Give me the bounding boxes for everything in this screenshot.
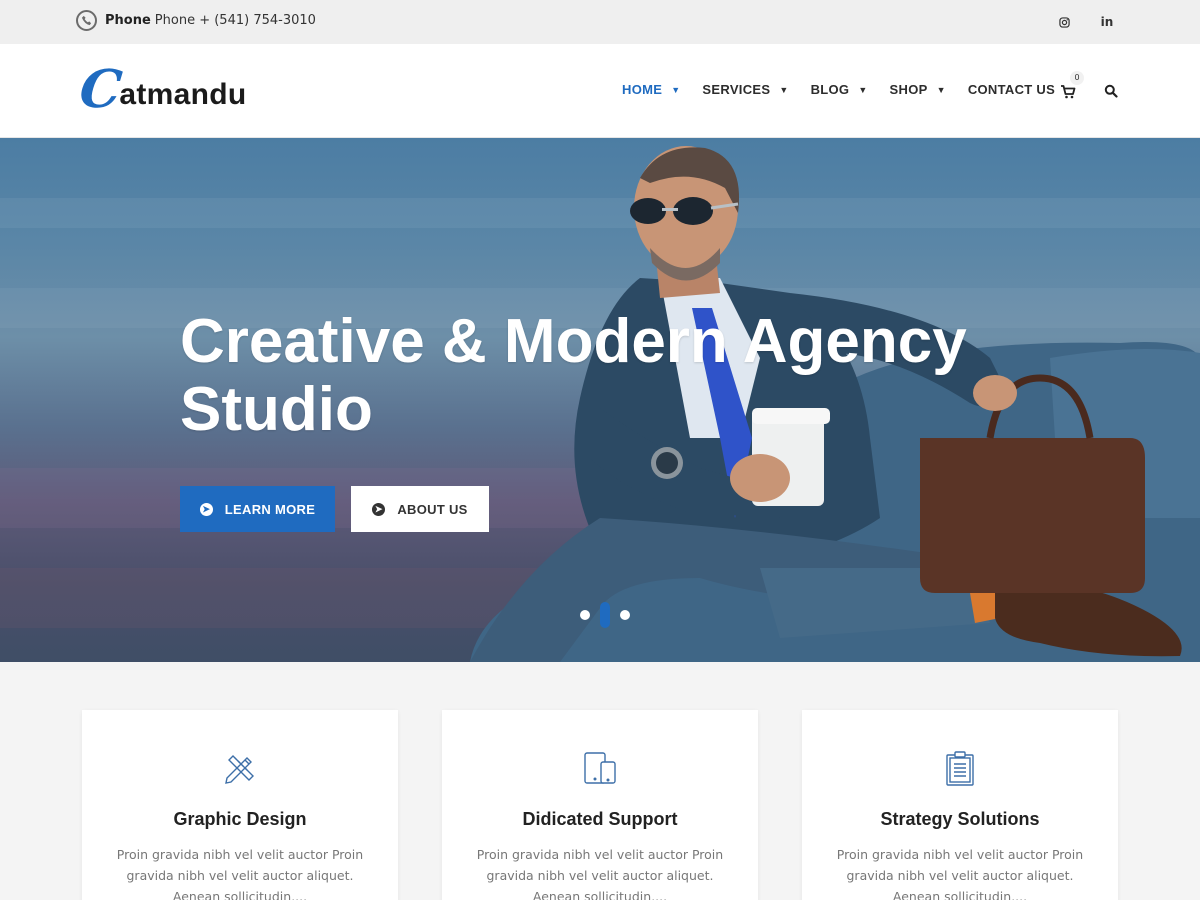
- nav-blog[interactable]: BLOG ▼: [811, 82, 868, 97]
- cart-icon[interactable]: [1060, 84, 1076, 100]
- nav-contact[interactable]: CONTACT US: [968, 82, 1055, 97]
- hero-slider: Creative & Modern Agency Studio ➤ LEARN …: [0, 138, 1200, 662]
- nav-shop[interactable]: SHOP ▼: [890, 82, 946, 97]
- logo-text: atmandu: [119, 78, 247, 111]
- chevron-down-icon: ▼: [671, 84, 681, 95]
- logo-initial: C: [76, 59, 125, 120]
- nav-services-label: SERVICES: [702, 82, 771, 97]
- slide-dot-3[interactable]: [620, 610, 630, 620]
- main-nav: HOME ▼ SERVICES ▼ BLOG ▼ SHOP ▼ CONTACT …: [622, 82, 1077, 97]
- learn-more-button[interactable]: ➤ LEARN MORE: [180, 486, 335, 532]
- devices-icon: [584, 752, 616, 784]
- slide-dot-1[interactable]: [580, 610, 590, 620]
- arrow-right-icon: ➤: [199, 502, 213, 516]
- feature-card-graphic-design: Graphic Design Proin gravida nibh vel ve…: [82, 710, 398, 900]
- phone-contact[interactable]: Phone Phone + (541) 754-3010: [76, 10, 316, 31]
- clipboard-icon: [946, 751, 974, 786]
- slide-dot-2[interactable]: [600, 602, 610, 628]
- nav-contact-label: CONTACT US: [967, 82, 1056, 97]
- about-us-label: ABOUT US: [397, 501, 468, 517]
- about-us-button[interactable]: ➤ ABOUT US: [351, 486, 489, 532]
- feature-card-strategy: Strategy Solutions Proin gravida nibh ve…: [802, 710, 1118, 900]
- arrow-right-icon: ➤: [372, 502, 386, 516]
- top-bar: Phone Phone + (541) 754-3010 in: [0, 0, 1200, 44]
- chevron-down-icon: ▼: [779, 84, 789, 95]
- feature-description: Proin gravida nibh vel velit auctor Proi…: [116, 847, 364, 900]
- instagram-icon[interactable]: [1055, 13, 1073, 31]
- nav-home[interactable]: HOME ▼: [622, 82, 680, 97]
- chevron-down-icon: ▼: [936, 84, 946, 95]
- phone-icon: [76, 10, 97, 31]
- hero-title: Creative & Modern Agency Studio: [180, 307, 967, 444]
- chevron-down-icon: ▼: [858, 84, 868, 95]
- slider-pagination: [575, 602, 635, 628]
- cart-count-badge: 0: [1070, 71, 1084, 85]
- feature-title: Graphic Design: [173, 809, 307, 829]
- nav-services[interactable]: SERVICES ▼: [702, 82, 788, 97]
- nav-blog-label: BLOG: [810, 82, 850, 97]
- phone-number: Phone + (541) 754-3010: [154, 13, 316, 28]
- site-header: C atmandu HOME ▼ SERVICES ▼ BLOG ▼ SHOP …: [0, 44, 1200, 138]
- nav-shop-label: SHOP: [889, 82, 928, 97]
- linkedin-icon[interactable]: in: [1098, 13, 1116, 31]
- phone-label: Phone: [105, 13, 151, 28]
- feature-description: Proin gravida nibh vel velit auctor Proi…: [836, 847, 1084, 900]
- learn-more-label: LEARN MORE: [224, 501, 316, 517]
- feature-title: Strategy Solutions: [880, 809, 1040, 829]
- search-icon[interactable]: [1104, 84, 1118, 98]
- feature-card-support: Didicated Support Proin gravida nibh vel…: [442, 710, 758, 900]
- site-logo[interactable]: C atmandu: [76, 59, 247, 120]
- feature-title: Didicated Support: [522, 809, 678, 829]
- feature-description: Proin gravida nibh vel velit auctor Proi…: [476, 847, 724, 900]
- nav-home-label: HOME: [622, 82, 663, 97]
- pencil-ruler-icon: [225, 755, 254, 784]
